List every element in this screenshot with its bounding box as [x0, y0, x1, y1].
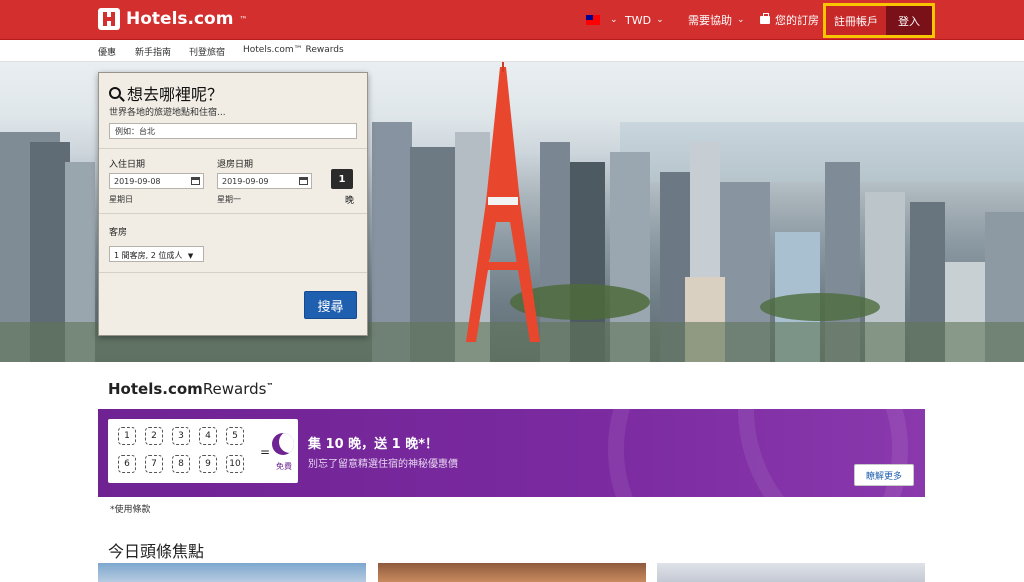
- stamp-8: 8: [172, 455, 190, 473]
- stamp-3: 3: [172, 427, 190, 445]
- moon-icon: [272, 433, 294, 455]
- chevron-down-icon: ⌄: [610, 15, 618, 25]
- chevron-down-icon: ⌄: [656, 15, 664, 25]
- search-title: 想去哪裡呢？: [109, 81, 223, 105]
- stamp-1: 1: [118, 427, 136, 445]
- currency-selector[interactable]: TWD ⌄: [625, 0, 664, 40]
- rewards-logo-light: Rewards: [202, 380, 267, 398]
- nights-label: 晚: [345, 196, 355, 206]
- dropdown-arrow-icon: ▼: [187, 252, 194, 260]
- rooms-label: 客房: [109, 228, 128, 238]
- top-header: Hotels.com ™ ⌄ TWD ⌄ 需要協助 ⌄ 您的訂房 註冊帳戶 登入: [0, 0, 1024, 40]
- stamp-7: 7: [145, 455, 163, 473]
- rewards-logo-tm: ™: [266, 382, 274, 390]
- register-button[interactable]: 註冊帳戶: [826, 6, 886, 35]
- checkout-label: 退房日期: [217, 160, 254, 170]
- bookings-link[interactable]: 您的訂房: [760, 0, 819, 40]
- learn-more-button[interactable]: 瞭解更多: [854, 464, 914, 486]
- taiwan-flag-icon: [586, 15, 600, 25]
- calendar-icon[interactable]: [191, 177, 200, 185]
- stamp-6: 6: [118, 455, 136, 473]
- rewards-subtitle: 別忘了留意精選住宿的神秘優惠價: [308, 459, 458, 470]
- headline-tile-3[interactable]: [657, 563, 925, 582]
- equals-sign: =: [260, 445, 271, 459]
- brand-name: Hotels.com: [126, 9, 234, 29]
- subnav-guide[interactable]: 新手指南: [135, 45, 171, 58]
- rooms-value: 1 間客房, 2 位成人: [114, 251, 183, 260]
- rewards-title: 集 10 晚，送 1 晚*！: [308, 437, 439, 452]
- panel-divider: [99, 272, 367, 273]
- help-label: 需要協助: [688, 14, 732, 27]
- checkin-label: 入住日期: [109, 160, 146, 170]
- search-subtitle: 世界各地的旅遊地點和住宿...: [109, 108, 226, 118]
- brand-tm: ™: [239, 14, 248, 24]
- search-title-text: 想去哪裡呢？: [127, 85, 224, 104]
- subnav-list-property[interactable]: 刊登旅宿: [189, 45, 225, 58]
- destination-input[interactable]: 例如：台北: [109, 123, 357, 139]
- calendar-icon[interactable]: [299, 177, 308, 185]
- subnav-rewards[interactable]: Hotels.com™ Rewards: [243, 45, 344, 55]
- stamp-4: 4: [199, 427, 217, 445]
- search-icon: [109, 87, 121, 99]
- stamp-5: 5: [226, 427, 244, 445]
- brand-logo[interactable]: Hotels.com ™: [98, 8, 247, 30]
- subnav-deals[interactable]: 優惠: [98, 45, 116, 58]
- language-selector[interactable]: ⌄: [586, 0, 618, 40]
- panel-divider: [99, 148, 367, 149]
- checkout-date-input[interactable]: 2019-09-09: [217, 173, 312, 189]
- login-button[interactable]: 登入: [886, 6, 932, 35]
- auth-highlight: 註冊帳戶 登入: [823, 3, 935, 38]
- suitcase-icon: [760, 13, 770, 24]
- stamp-9: 9: [199, 455, 217, 473]
- free-night-label: 免費: [276, 462, 292, 471]
- rewards-logo-bold: Hotels.com: [108, 380, 203, 398]
- bookings-label: 您的訂房: [775, 14, 819, 27]
- search-panel: 想去哪裡呢？ 世界各地的旅遊地點和住宿... 例如：台北 入住日期 退房日期 2…: [98, 72, 368, 336]
- stamp-2: 2: [145, 427, 163, 445]
- hotels-logo-icon: [98, 8, 120, 30]
- rewards-logo: Hotels.comRewards™: [108, 380, 274, 398]
- stamp-10: 10: [226, 455, 244, 473]
- checkout-weekday: 星期一: [217, 195, 241, 204]
- rooms-select[interactable]: 1 間客房, 2 位成人 ▼: [109, 246, 204, 262]
- checkin-weekday: 星期日: [109, 195, 133, 204]
- chevron-down-icon: ⌄: [737, 15, 745, 25]
- checkout-value: 2019-09-09: [222, 177, 269, 186]
- sub-navigation: 優惠 新手指南 刊登旅宿 Hotels.com™ Rewards: [0, 40, 1024, 62]
- checkin-date-input[interactable]: 2019-09-08: [109, 173, 204, 189]
- checkin-value: 2019-09-08: [114, 177, 161, 186]
- currency-label: TWD: [625, 13, 652, 27]
- search-button[interactable]: 搜尋: [304, 291, 357, 319]
- rewards-banner[interactable]: 1 2 3 4 5 6 7 8 9 10 = 免費 集 10 晚，送 1 晚*！…: [98, 409, 925, 497]
- today-headline-title: 今日頭條焦點: [108, 542, 205, 561]
- headline-tile-1[interactable]: [98, 563, 366, 582]
- panel-divider: [99, 213, 367, 214]
- terms-link[interactable]: *使用條款: [110, 502, 151, 515]
- rewards-stamp-card: 1 2 3 4 5 6 7 8 9 10 = 免費: [108, 419, 298, 483]
- help-menu[interactable]: 需要協助 ⌄: [688, 0, 745, 40]
- nights-count: 1: [331, 169, 353, 189]
- headline-tile-2[interactable]: [378, 563, 646, 582]
